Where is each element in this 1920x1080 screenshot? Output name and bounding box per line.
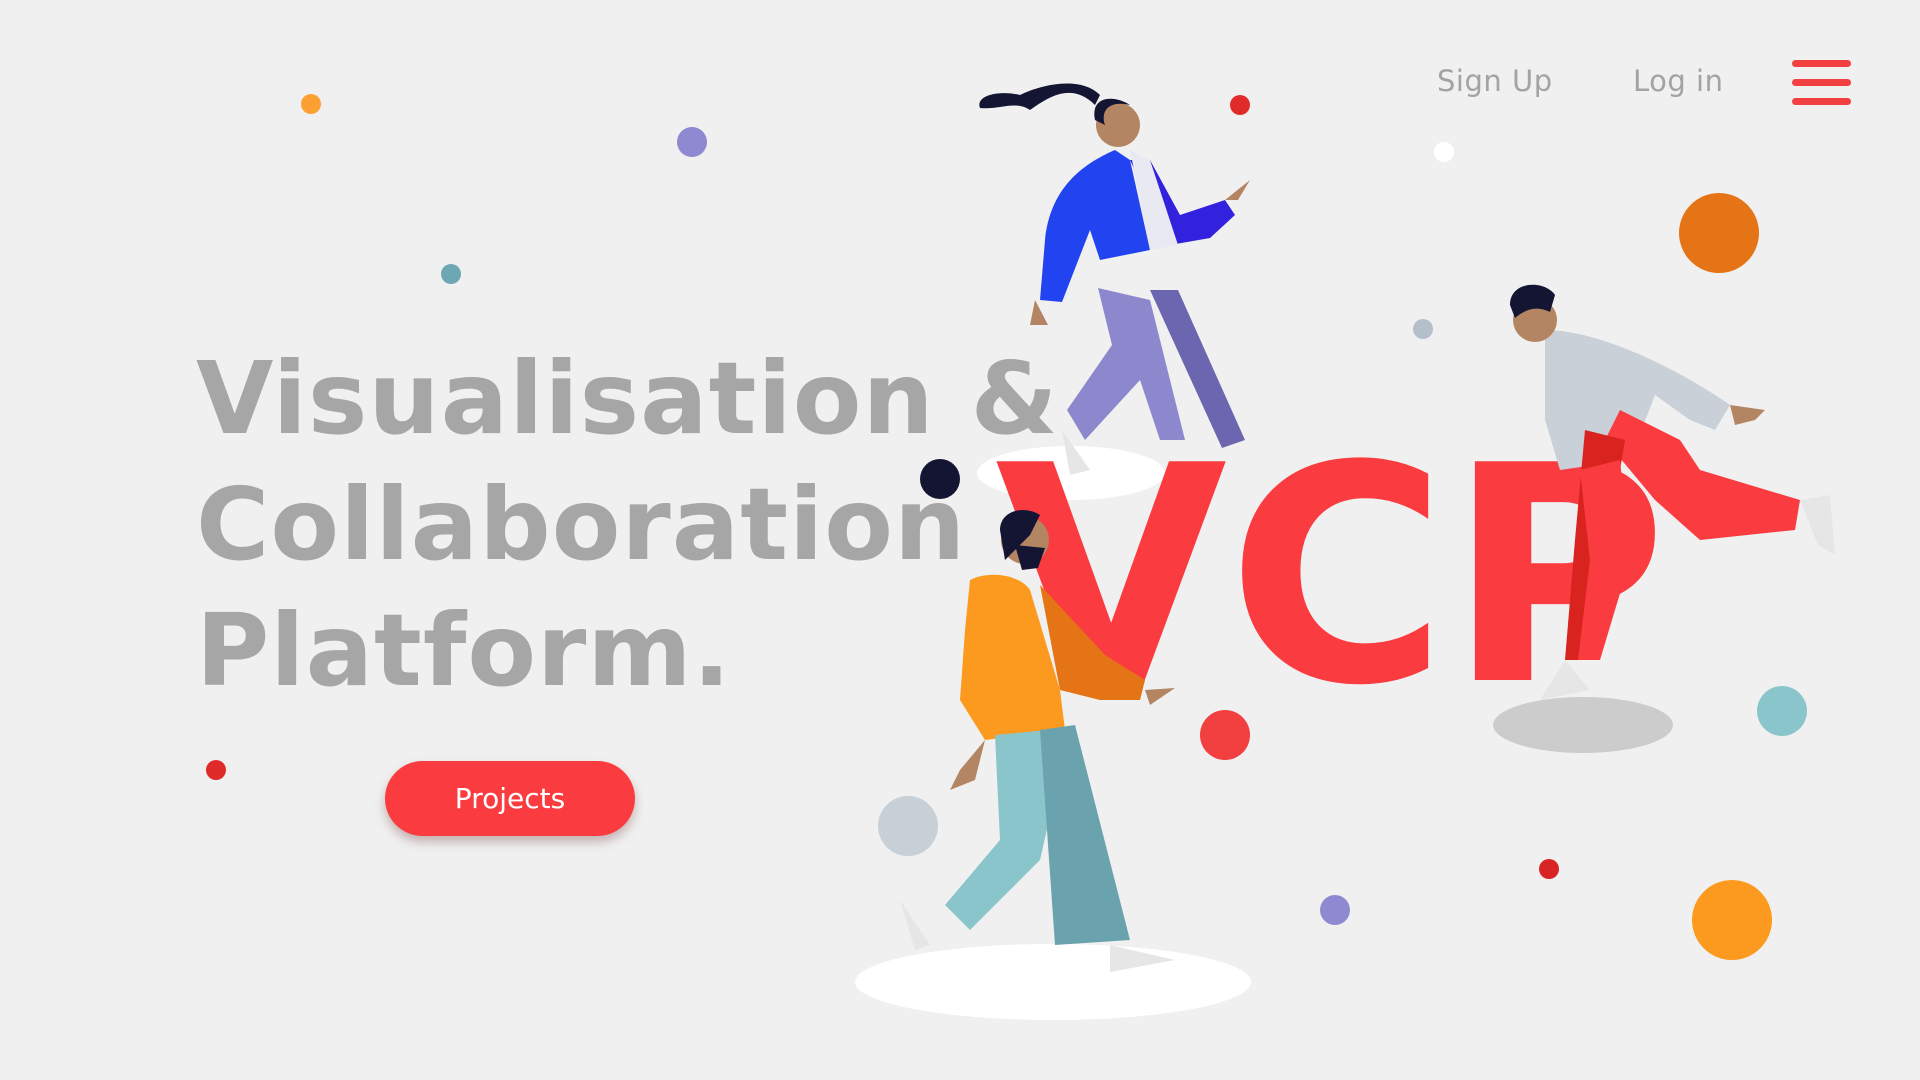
signup-link[interactable]: Sign Up xyxy=(1437,64,1553,98)
menu-bar-bottom xyxy=(1792,98,1851,105)
hero-title: Visualisation & Collaboration Platform. xyxy=(196,336,1059,714)
hero-title-line-3: Platform. xyxy=(196,592,732,709)
hero-title-line-2: Collaboration xyxy=(196,466,967,583)
login-link[interactable]: Log in xyxy=(1633,64,1723,98)
menu-bar-top xyxy=(1792,60,1851,67)
hamburger-menu-icon[interactable] xyxy=(1792,60,1851,105)
menu-bar-middle xyxy=(1792,79,1851,86)
landing-page: VCP Sign Up Log in Visualisation & Colla… xyxy=(0,0,1920,1080)
projects-button[interactable]: Projects xyxy=(385,761,635,836)
hero-title-line-1: Visualisation & xyxy=(196,340,1059,457)
